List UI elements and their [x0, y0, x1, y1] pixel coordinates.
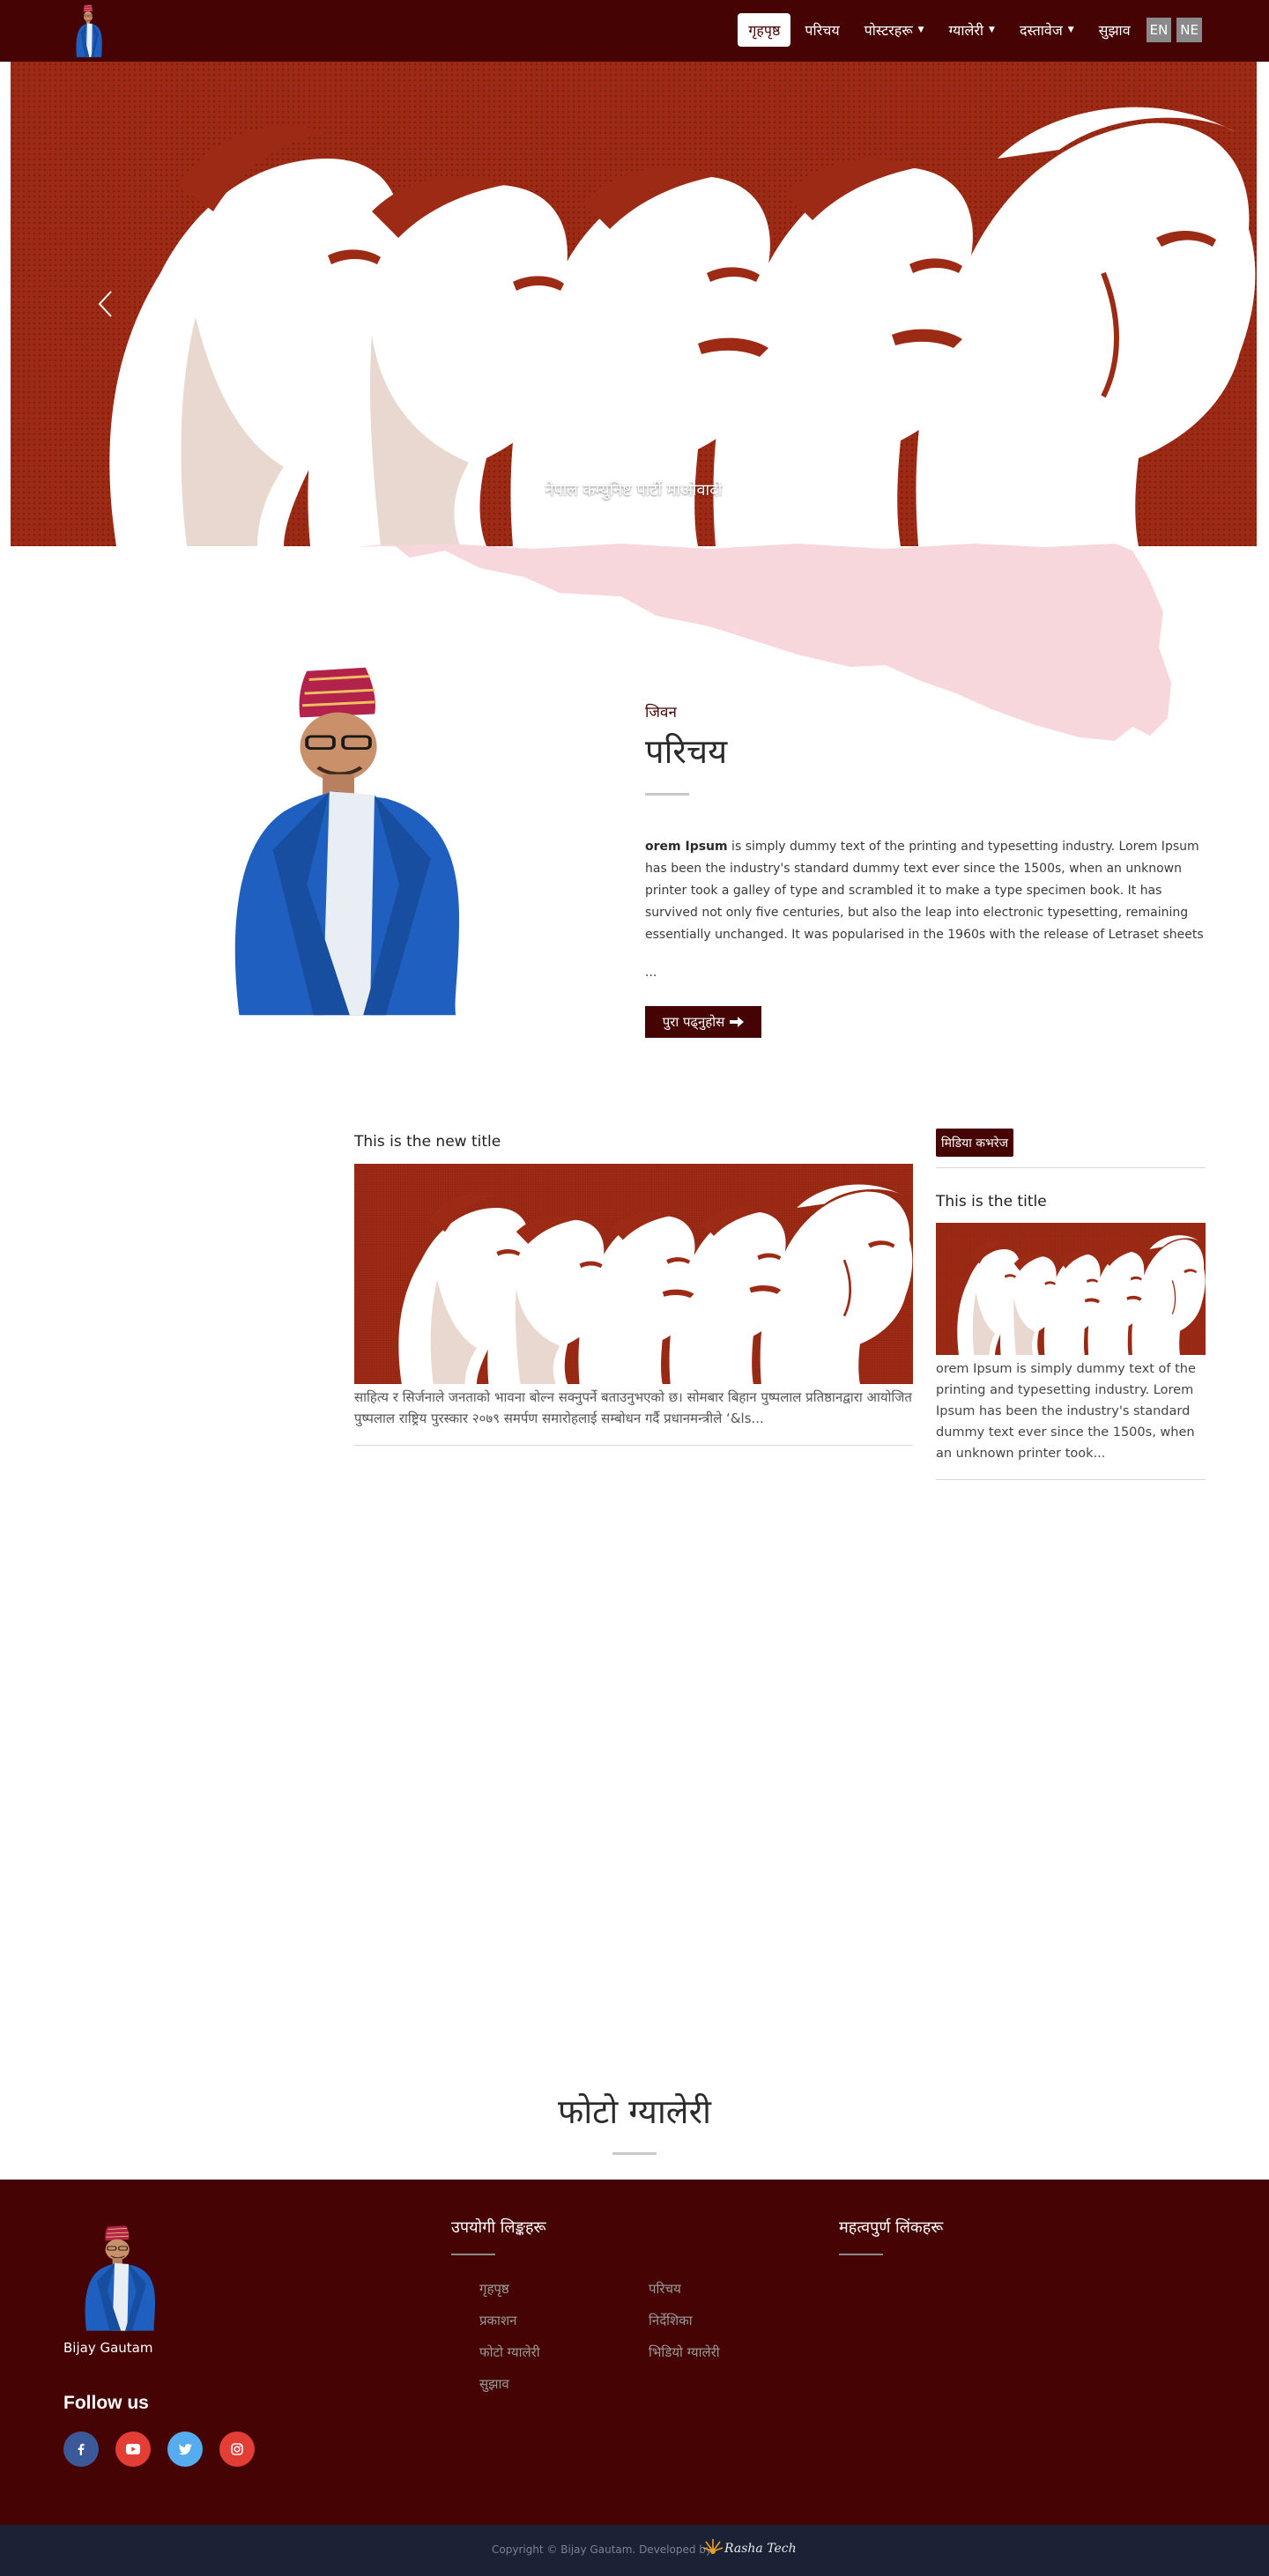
- nav-gallery[interactable]: ग्यालेरी ▼: [939, 13, 1006, 47]
- footer-link-video-gallery[interactable]: भिडियो ग्यालेरी: [649, 2343, 720, 2361]
- photo-gallery-title: फोटो ग्यालेरी: [558, 2092, 711, 2131]
- news-image[interactable]: [354, 1164, 913, 1384]
- divider: [354, 1445, 913, 1446]
- hero-caption: नेपाल कम्युनिष्ट पार्टी माओवादी: [545, 481, 723, 500]
- sidebar-post-image[interactable]: [936, 1223, 1206, 1355]
- hero-image: [11, 62, 1257, 546]
- chevron-down-icon: ▼: [989, 25, 995, 34]
- footer-link-home[interactable]: गृहपृष्ठ: [479, 2280, 509, 2298]
- twitter-button[interactable]: [167, 2432, 203, 2467]
- nav-posters[interactable]: पोस्टरहरू ▼: [854, 13, 935, 47]
- read-more-label: पुरा पढ्नुहोस: [662, 1014, 725, 1030]
- instagram-button[interactable]: [219, 2432, 255, 2467]
- site-logo[interactable]: [67, 4, 111, 58]
- nav-documents-label: दस्तावेज: [1019, 22, 1063, 39]
- chevron-down-icon: ▼: [917, 25, 924, 34]
- instagram-icon: [231, 2443, 243, 2455]
- news-excerpt: साहित्य र सिर्जनाले जनताको भावना बोल्न स…: [354, 1389, 912, 1426]
- chevron-down-icon: ▼: [1067, 25, 1074, 34]
- bio-text: orem Ipsum is simply dummy text of the p…: [645, 836, 1207, 946]
- bio-ellipsis: ...: [645, 966, 657, 980]
- copyright-text: Copyright © Bijay Gautam. Developed by:: [492, 2543, 716, 2556]
- footer-link-photo-gallery[interactable]: फोटो ग्यालेरी: [479, 2343, 540, 2361]
- bio-body: is simply dummy text of the printing and…: [645, 840, 1204, 942]
- sidebar-post-excerpt: orem Ipsum is simply dummy text of the p…: [936, 1362, 1196, 1461]
- lang-en-button[interactable]: EN: [1146, 18, 1172, 42]
- nav-suggestion[interactable]: सुझाव: [1088, 13, 1141, 47]
- lang-ne-button[interactable]: NE: [1176, 18, 1202, 42]
- bio-lead: orem Ipsum: [645, 840, 728, 854]
- media-coverage-badge: मिडिया कभरेज: [936, 1129, 1013, 1157]
- divider: [936, 1479, 1206, 1480]
- nav-home[interactable]: गृहपृष्ठ: [738, 13, 791, 47]
- useful-links-heading: उपयोगी लिङ्कहरू: [451, 2218, 546, 2237]
- nav-suggestion-label: सुझाव: [1098, 22, 1131, 39]
- footer-link-suggestion[interactable]: सुझाव: [479, 2375, 509, 2393]
- nav-documents[interactable]: दस्तावेज ▼: [1009, 13, 1085, 47]
- bio-title: परिचय: [645, 732, 728, 771]
- heading-underline: [839, 2254, 883, 2255]
- footer-logo[interactable]: [76, 2224, 164, 2333]
- heading-underline: [451, 2254, 495, 2255]
- youtube-icon: [126, 2444, 140, 2454]
- footer-link-publications[interactable]: प्रकाशन: [479, 2312, 516, 2329]
- footer-link-about[interactable]: परिचय: [649, 2280, 681, 2298]
- nav-about-label: परिचय: [805, 22, 840, 39]
- navbar: गृहपृष्ठ परिचय पोस्टरहरू ▼ ग्यालेरी ▼ दस्त…: [0, 0, 1269, 62]
- nav-home-label: गृहपृष्ठ: [748, 22, 781, 39]
- divider: [936, 1167, 1206, 1168]
- read-more-button[interactable]: पुरा पढ्नुहोस: [645, 1006, 761, 1038]
- youtube-button[interactable]: [115, 2432, 151, 2467]
- chevron-left-icon: [98, 291, 112, 317]
- sidebar-post-title[interactable]: This is the title: [936, 1193, 1047, 1210]
- chevron-right-icon: [1155, 291, 1169, 317]
- nav-posters-label: पोस्टरहरू: [864, 22, 913, 39]
- nav-about[interactable]: परिचय: [794, 13, 850, 47]
- follow-us-heading: Follow us: [63, 2393, 149, 2413]
- nav-menu: गृहपृष्ठ परिचय पोस्टरहरू ▼ ग्यालेरी ▼ दस्त…: [738, 13, 1202, 47]
- twitter-icon: [178, 2443, 192, 2454]
- developer-name: Rasha Tech: [724, 2542, 797, 2556]
- carousel-next-button[interactable]: [1149, 286, 1176, 322]
- footer: Bijay Gautam Follow us उपयोगी लिङ्कहरू म…: [0, 2180, 1269, 2525]
- profile-photo: [205, 661, 487, 1022]
- title-divider: [645, 793, 689, 796]
- nav-gallery-label: ग्यालेरी: [948, 22, 984, 39]
- developer-logo[interactable]: Rasha Tech: [703, 2534, 797, 2564]
- news-title[interactable]: This is the new title: [354, 1133, 501, 1151]
- arrow-right-icon: [730, 1017, 745, 1027]
- hero-carousel: नेपाल कम्युनिष्ट पार्टी माओवादी: [11, 62, 1257, 546]
- footer-name: Bijay Gautam: [63, 2340, 153, 2356]
- carousel-indicator[interactable]: [607, 520, 660, 522]
- title-divider: [612, 2152, 657, 2155]
- carousel-prev-button[interactable]: [92, 286, 118, 322]
- facebook-icon: [78, 2443, 85, 2455]
- copyright-bar: Copyright © Bijay Gautam. Developed by: …: [0, 2525, 1269, 2576]
- important-links-heading: महत्वपुर्ण लिंकहरू: [839, 2218, 944, 2237]
- footer-link-directory[interactable]: निर्देशिका: [649, 2312, 693, 2329]
- bio-eyebrow: जिवन: [645, 704, 677, 722]
- facebook-button[interactable]: [63, 2432, 99, 2467]
- sun-burst-icon: [703, 2539, 723, 2554]
